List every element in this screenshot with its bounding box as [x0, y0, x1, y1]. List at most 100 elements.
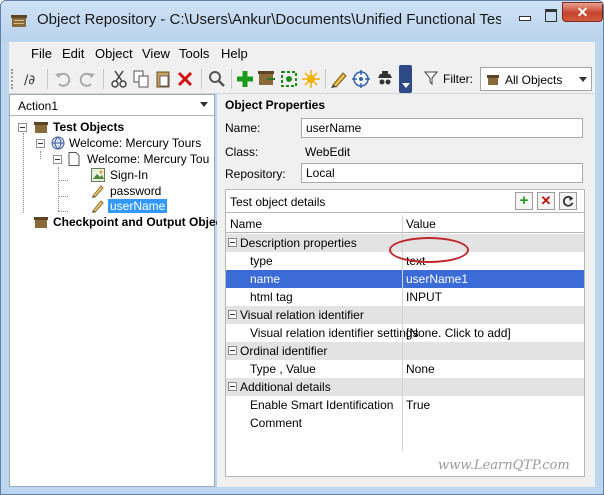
tree-connector [40, 151, 41, 159]
undo-icon[interactable] [53, 69, 73, 89]
properties-icon[interactable]: ∕∂ [21, 69, 41, 89]
window-title: Object Repository - C:\Users\Ankur\Docum… [37, 11, 501, 28]
property-value[interactable]: None [406, 362, 435, 376]
property-row[interactable]: Comment [226, 414, 584, 432]
repository-label: Repository: [225, 167, 286, 181]
object-spy-icon[interactable] [375, 69, 395, 89]
filter-dropdown[interactable]: All Objects [480, 67, 592, 91]
svg-text:∕∂: ∕∂ [24, 73, 35, 88]
tree-node-label: password [110, 184, 162, 198]
property-name: Comment [250, 416, 303, 430]
collapse-icon[interactable] [53, 155, 62, 164]
minimize-button[interactable] [511, 5, 537, 23]
action-dropdown[interactable]: Action1 [10, 95, 214, 116]
tree-connector [58, 196, 68, 197]
tree-node-checkpoint-objects[interactable]: Checkpoint and Output Objec [18, 215, 222, 231]
refresh-icon[interactable] [559, 192, 577, 210]
edit-icon [92, 200, 104, 213]
collapse-icon[interactable] [228, 310, 237, 319]
property-row[interactable]: html tag INPUT [226, 288, 584, 306]
category-row[interactable]: Ordinal identifier [226, 342, 584, 360]
category-row[interactable]: Additional details [226, 378, 584, 396]
watermark-text: www.LearnQTP.com [438, 458, 570, 473]
close-button[interactable]: ✕ [562, 2, 603, 22]
property-value[interactable]: INPUT [406, 290, 442, 304]
tree-node-page[interactable]: Welcome: Mercury Tou [53, 152, 213, 168]
tree-node-password[interactable]: password [70, 184, 190, 200]
menu-object[interactable]: Object [95, 46, 133, 61]
property-value[interactable]: [None. Click to add] [406, 326, 511, 340]
edit-icon [92, 185, 104, 198]
tree-node-label: Sign-In [110, 168, 149, 182]
property-value[interactable]: userName1 [406, 272, 468, 286]
smart-identification-icon[interactable] [301, 69, 321, 89]
maximize-button[interactable] [538, 5, 562, 23]
export-icon[interactable] [257, 69, 277, 89]
tree-connector [23, 133, 24, 213]
menu-bar: File Edit Object View Tools Help [9, 42, 595, 64]
category-label: Ordinal identifier [240, 344, 328, 358]
menu-tools[interactable]: Tools [179, 46, 209, 61]
tree-node-label: Checkpoint and Output Objec [53, 215, 223, 229]
toolbar-overflow-button[interactable] [399, 65, 412, 93]
collapse-icon[interactable] [228, 382, 237, 391]
add-property-button[interactable]: + [515, 192, 533, 210]
add-objects-icon[interactable] [235, 69, 255, 89]
category-label: Description properties [240, 236, 357, 250]
property-name: type [250, 254, 273, 268]
tree-node-username[interactable]: userName [70, 199, 190, 215]
property-name: Type , Value [250, 362, 316, 376]
checkpoint-pencil-icon[interactable] [329, 69, 349, 89]
image-icon [91, 168, 105, 182]
object-properties-panel: Object Properties Name: Class: WebEdit R… [217, 94, 595, 487]
title-bar[interactable]: Object Repository - C:\Users\Ankur\Docum… [1, 1, 603, 41]
chevron-down-icon [200, 102, 208, 107]
menu-file[interactable]: File [31, 46, 52, 61]
find-icon[interactable] [207, 69, 227, 89]
property-name: html tag [250, 290, 293, 304]
property-value[interactable]: True [406, 398, 430, 412]
toolbar-separator [103, 69, 104, 89]
class-value: WebEdit [305, 145, 351, 159]
annotation-oval [389, 237, 469, 263]
tree-connector [58, 211, 68, 212]
property-row[interactable]: Enable Smart Identification True [226, 396, 584, 414]
spy-target-icon[interactable] [351, 69, 371, 89]
menu-edit[interactable]: Edit [62, 46, 84, 61]
property-row[interactable]: Visual relation identifier settings [Non… [226, 324, 584, 342]
collapse-icon[interactable] [18, 123, 27, 132]
redo-icon[interactable] [77, 69, 97, 89]
filter-icon [424, 71, 438, 85]
paste-icon[interactable] [153, 69, 173, 89]
page-icon [68, 152, 80, 166]
cut-icon[interactable] [109, 69, 129, 89]
folder-icon [34, 217, 48, 228]
property-name: Enable Smart Identification [250, 398, 394, 412]
highlight-in-app-icon[interactable] [279, 69, 299, 89]
menu-help[interactable]: Help [221, 46, 248, 61]
category-label: Visual relation identifier [240, 308, 364, 322]
tree-node-test-objects[interactable]: Test Objects [18, 120, 208, 136]
toolbar-grip[interactable] [11, 69, 14, 89]
tree-node-sign-in[interactable]: Sign-In [70, 168, 190, 184]
menu-view[interactable]: View [142, 46, 170, 61]
tree-node-browser[interactable]: Welcome: Mercury Tours [36, 136, 211, 152]
property-row-selected[interactable]: name userName1 [226, 270, 584, 288]
name-field[interactable] [301, 118, 583, 138]
property-row[interactable]: Type , Value None [226, 360, 584, 378]
collapse-icon[interactable] [228, 238, 237, 247]
value-column-header[interactable]: Value [406, 217, 436, 231]
name-label: Name: [225, 121, 261, 135]
collapse-icon[interactable] [36, 139, 45, 148]
category-row[interactable]: Visual relation identifier [226, 306, 584, 324]
object-properties-heading: Object Properties [225, 98, 326, 112]
collapse-icon[interactable] [228, 346, 237, 355]
filter-selected-value: All Objects [505, 73, 563, 87]
copy-icon[interactable] [131, 69, 151, 89]
remove-property-button[interactable]: ✕ [537, 192, 555, 210]
test-object-details-label: Test object details [230, 195, 326, 209]
delete-icon[interactable] [175, 69, 195, 89]
object-repository-icon [487, 75, 499, 85]
property-name: Visual relation identifier settings [250, 326, 419, 340]
name-column-header[interactable]: Name [230, 217, 262, 231]
